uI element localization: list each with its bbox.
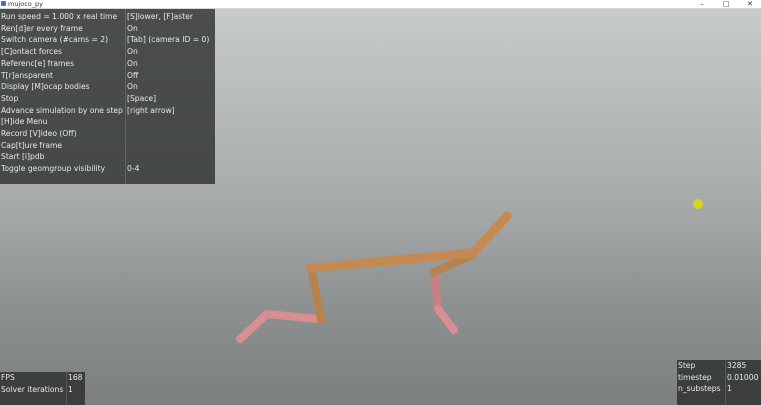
menu-overlay: Run speed = 1.000 x real time [S]lower, … (0, 9, 215, 184)
menu-label: Advance simulation by one step (1, 105, 123, 115)
step-value: 3285 (727, 361, 747, 370)
menu-label: [H]ide Menu (1, 117, 48, 127)
menu-label: T[r]ansparent (1, 70, 53, 80)
target-marker (693, 199, 703, 209)
menu-label: Run speed = 1.000 x real time (1, 12, 118, 21)
menu-row[interactable]: Start [i]pdb (0, 151, 215, 163)
fps-label: FPS (1, 373, 15, 382)
solver-row: Solver iterations 1 (0, 384, 85, 396)
menu-value: On (127, 82, 138, 92)
timestep-label: timestep (678, 372, 712, 382)
menu-row[interactable]: Run speed = 1.000 x real time [S]lower, … (0, 11, 215, 23)
fps-value: 168 (68, 373, 83, 382)
menu-row[interactable]: Display [M]ocap bodies On (0, 81, 215, 93)
menu-value: 0-4 (127, 164, 140, 174)
menu-value: Off (127, 70, 139, 80)
substeps-label: n_substeps (678, 384, 721, 393)
menu-value: [S]lower, [F]aster (127, 12, 194, 21)
sim-info-panel: Step 3285 timestep 0.01000 n_substeps 1 (677, 360, 761, 405)
fps-row: FPS 168 (0, 372, 85, 384)
menu-row[interactable]: [C]ontact forces On (0, 46, 215, 58)
back-shin (263, 310, 323, 323)
solver-label: Solver iterations (1, 384, 64, 394)
back-foot (236, 310, 271, 343)
menu-row[interactable]: [H]ide Menu (0, 116, 215, 128)
timestep-row: timestep 0.01000 (677, 372, 761, 384)
menu-row[interactable]: Advance simulation by one step [right ar… (0, 105, 215, 117)
menu-label: Switch camera (#cams = 2) (1, 35, 109, 45)
menu-row[interactable]: Stop [Space] (0, 93, 215, 105)
menu-label: Toggle geomgroup visibility (1, 164, 106, 174)
menu-row[interactable]: Ren[d]er every frame On (0, 23, 215, 35)
back-thigh (308, 268, 325, 324)
menu-label: [C]ontact forces (1, 47, 62, 57)
fps-panel: FPS 168 Solver iterations 1 (0, 372, 85, 405)
menu-label: Ren[d]er every frame (1, 23, 83, 33)
menu-value: [Space] (127, 93, 157, 103)
menu-label: Record [V]ideo (Off) (1, 129, 77, 138)
front-foot (434, 305, 458, 334)
menu-row[interactable]: Cap[t]ure frame (0, 140, 215, 152)
menu-row[interactable]: Record [V]ideo (Off) (0, 128, 215, 140)
menu-row[interactable]: Referenc[e] frames On (0, 58, 215, 70)
head (468, 211, 512, 258)
menu-label: Start [i]pdb (1, 152, 45, 162)
menu-value: On (127, 47, 138, 57)
timestep-value: 0.01000 (727, 372, 759, 382)
menu-row[interactable]: Toggle geomgroup visibility 0-4 (0, 163, 215, 175)
menu-row[interactable]: T[r]ansparent Off (0, 70, 215, 82)
step-row: Step 3285 (677, 360, 761, 372)
menu-label: Display [M]ocap bodies (1, 82, 90, 92)
substeps-value: 1 (727, 384, 732, 393)
menu-label: Referenc[e] frames (1, 58, 75, 68)
menu-value: On (127, 58, 138, 68)
step-label: Step (678, 361, 696, 370)
menu-label: Cap[t]ure frame (1, 140, 63, 150)
menu-value: [right arrow] (127, 105, 175, 115)
menu-row[interactable]: Switch camera (#cams = 2) [Tab] (camera … (0, 34, 215, 46)
solver-value: 1 (68, 384, 73, 394)
menu-value: On (127, 23, 138, 33)
substeps-row: n_substeps 1 (677, 383, 761, 395)
front-shin (430, 268, 442, 313)
menu-label: Stop (1, 93, 19, 103)
menu-value: [Tab] (camera ID = 0) (127, 35, 210, 45)
